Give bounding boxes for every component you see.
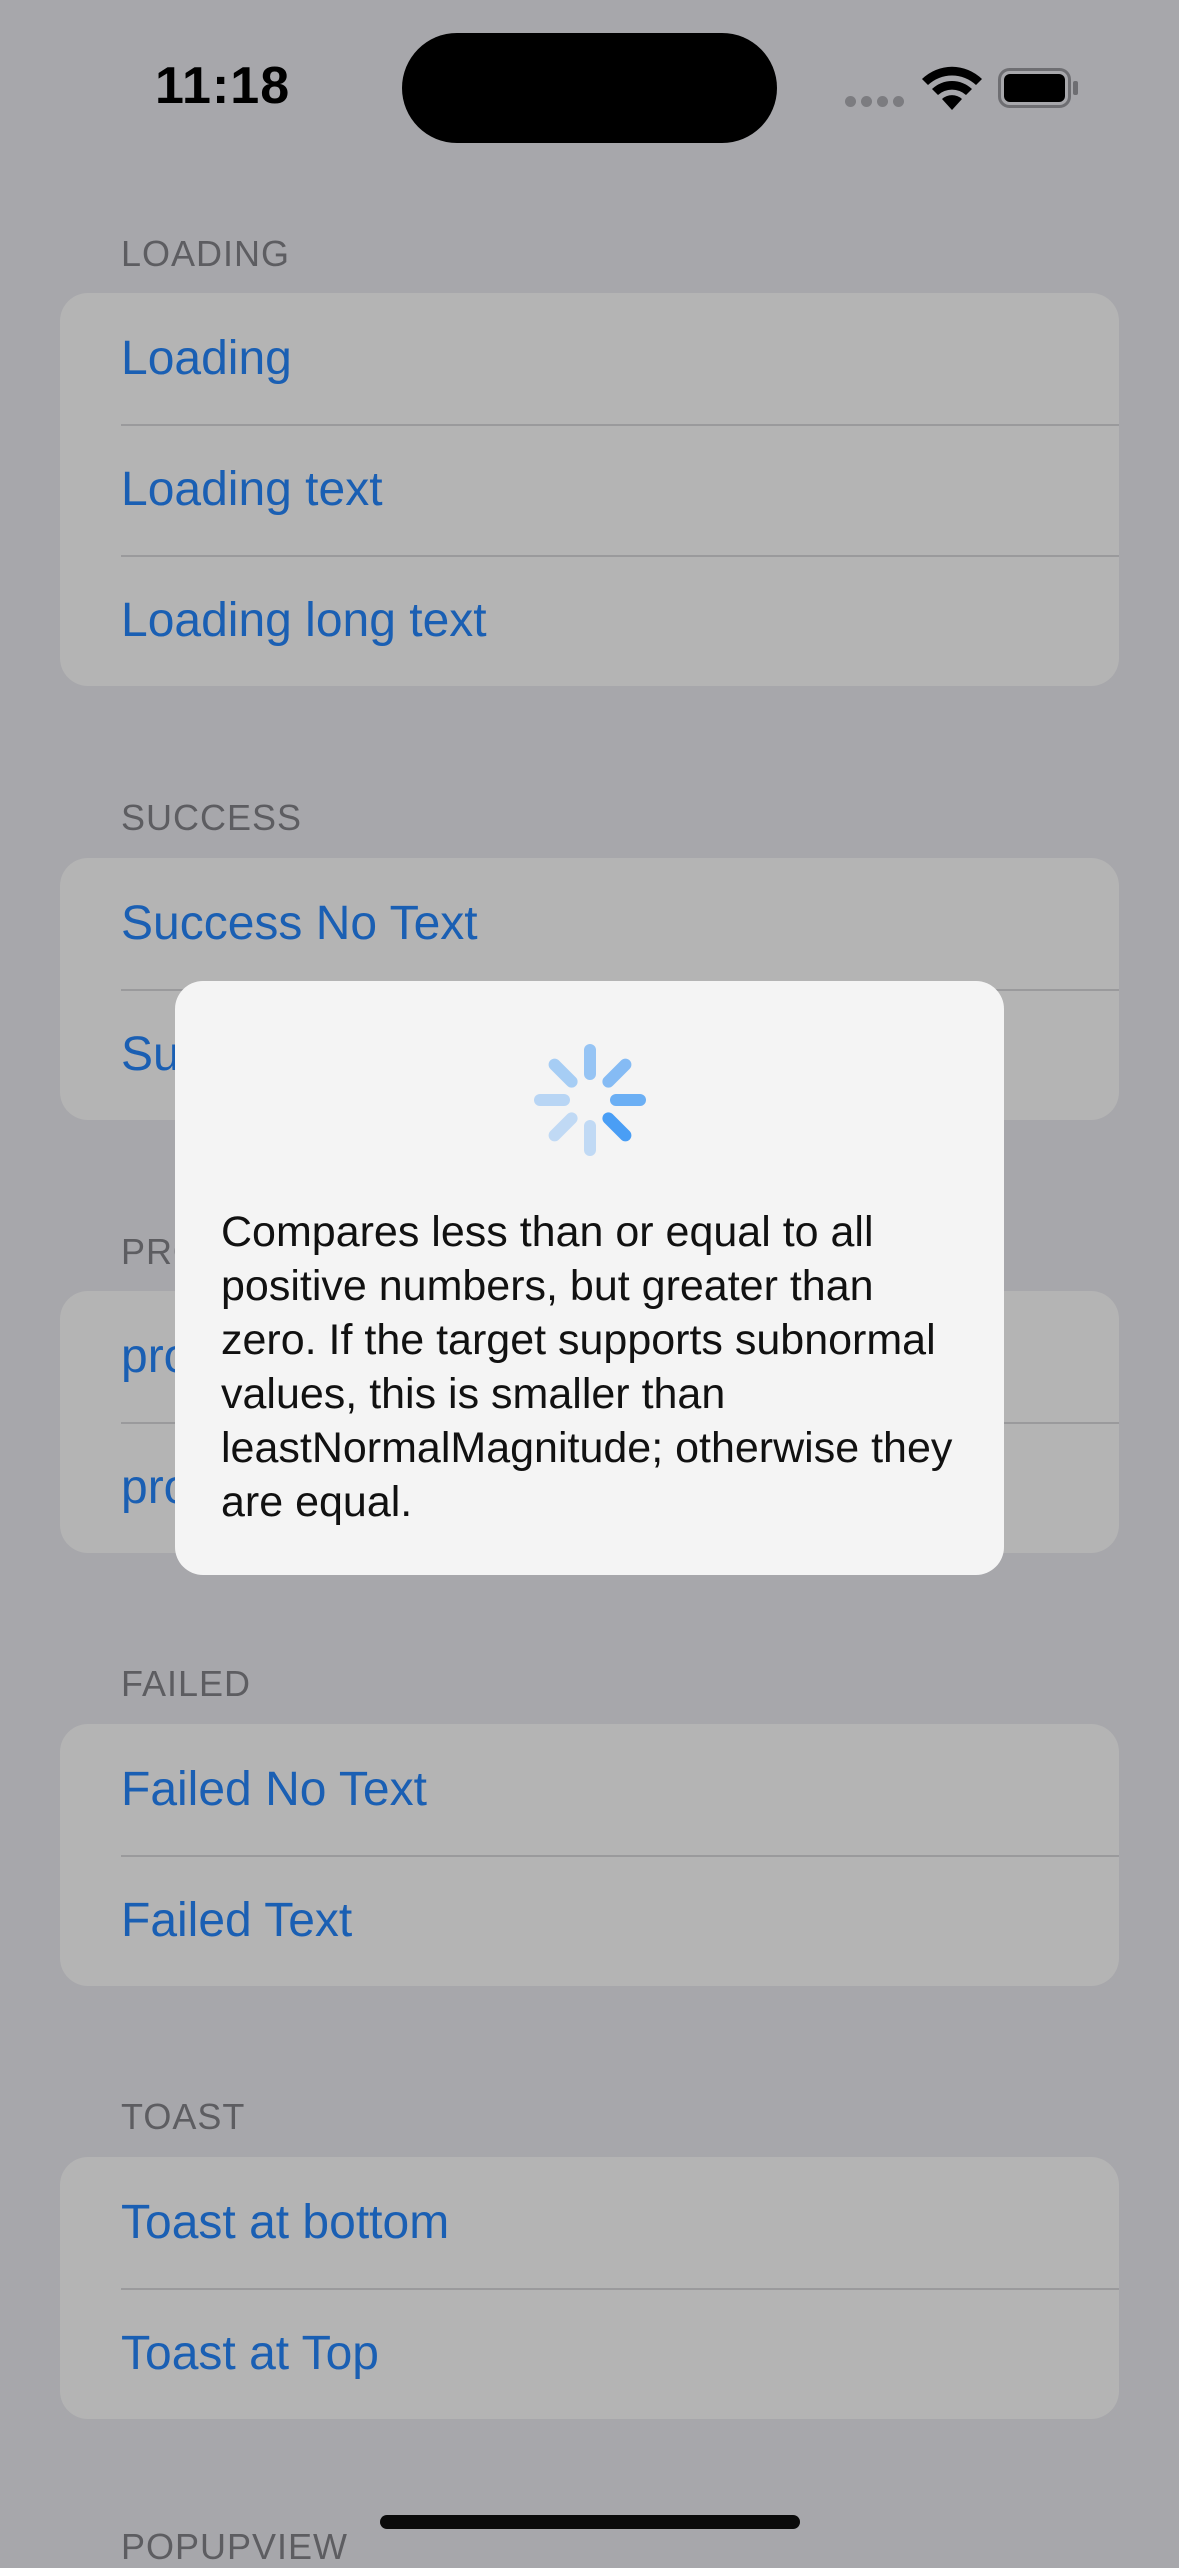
loading-hud: Compares less than or equal to all posit… [175,981,1004,1575]
battery-icon [998,68,1080,113]
failed-group: Failed No Text Failed Text [60,1724,1119,1986]
section-header-loading: LOADING [121,233,291,274]
failed-no-text-button[interactable]: Failed No Text [60,1724,1119,1855]
section-header-failed: FAILED [121,1663,252,1704]
wifi-icon [920,66,984,117]
loading-button[interactable]: Loading [60,293,1119,424]
failed-text-button[interactable]: Failed Text [60,1855,1119,1986]
toast-group: Toast at bottom Toast at Top [60,2157,1119,2419]
loading-group: Loading Loading text Loading long text [60,293,1119,686]
loading-spinner-icon [530,1040,650,1165]
status-bar: 11:18 [0,0,1179,160]
section-header-success: SUCCESS [121,797,303,838]
loading-long-text-button[interactable]: Loading long text [60,555,1119,686]
section-header-popupview: POPUPVIEW [121,2526,349,2567]
hud-message: Compares less than or equal to all posit… [221,1208,953,1526]
success-no-text-button[interactable]: Success No Text [60,858,1119,989]
home-indicator[interactable] [380,2515,800,2529]
toast-at-bottom-button[interactable]: Toast at bottom [60,2157,1119,2288]
section-header-toast: TOAST [121,2096,246,2137]
status-time: 11:18 [155,57,291,115]
loading-text-button[interactable]: Loading text [60,424,1119,555]
toast-at-top-button[interactable]: Toast at Top [60,2288,1119,2419]
dynamic-island [402,33,777,143]
cellular-signal-icon [845,94,909,112]
